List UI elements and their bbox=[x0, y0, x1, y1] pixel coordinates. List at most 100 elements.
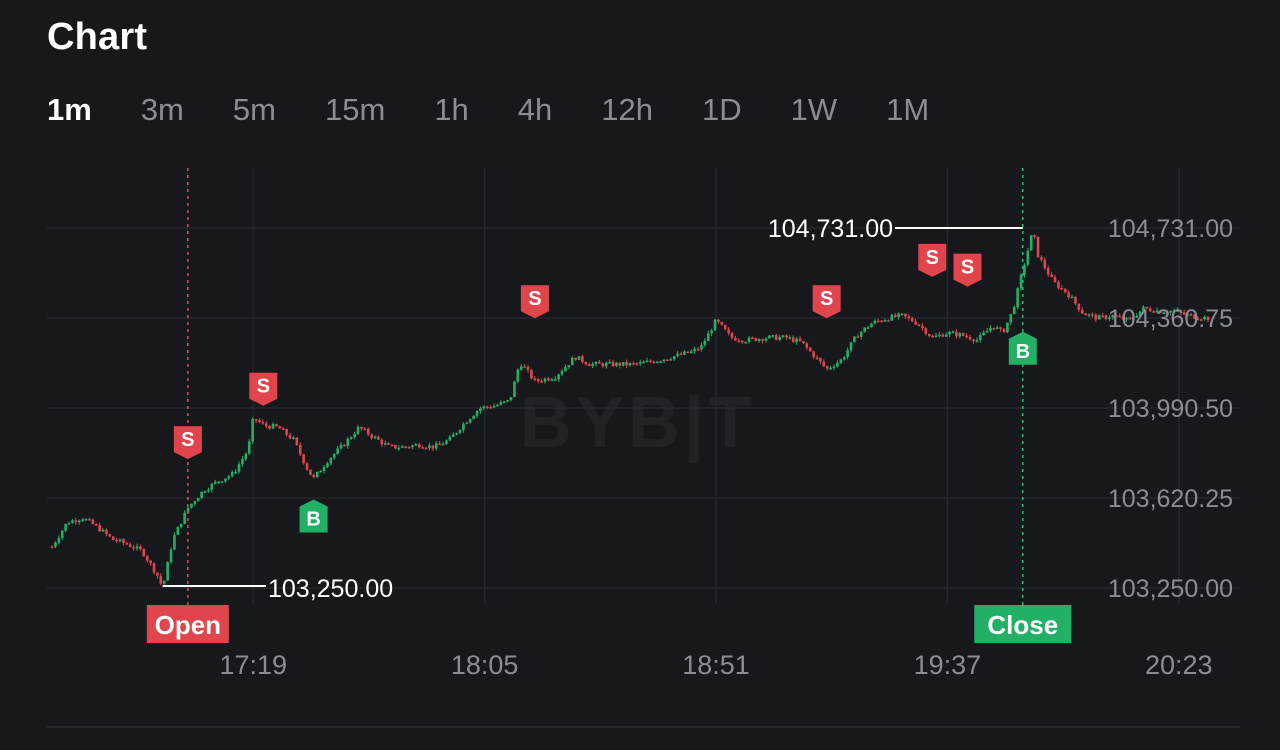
candle-body bbox=[394, 444, 397, 449]
candlestick-chart[interactable]: BYB|T 17:19 18:05 18:51 19:37 20:23 104,731.00… bbox=[0, 0, 1280, 750]
candle-body bbox=[264, 423, 268, 426]
candle-body bbox=[890, 314, 894, 321]
candle-body bbox=[169, 549, 173, 563]
candle-body bbox=[553, 378, 557, 381]
candle-body bbox=[387, 443, 390, 445]
x-tick-label: 19:37 bbox=[914, 650, 982, 680]
candle-body bbox=[475, 411, 479, 416]
candle-body bbox=[275, 424, 278, 427]
candle-body bbox=[285, 429, 288, 435]
candle-body bbox=[77, 520, 81, 522]
buy-marker-label: B bbox=[306, 508, 320, 530]
candle-body bbox=[713, 319, 717, 331]
y-tick-label: 103,250.00 bbox=[1108, 575, 1233, 603]
candle-body bbox=[159, 575, 163, 584]
candle-body bbox=[145, 556, 149, 561]
candle-body bbox=[441, 443, 445, 446]
candle-body bbox=[50, 546, 54, 549]
candle-body bbox=[1043, 259, 1047, 269]
candle-body bbox=[754, 337, 758, 341]
candle-body bbox=[417, 444, 421, 448]
candle-body bbox=[594, 361, 598, 365]
candle-body bbox=[523, 366, 526, 368]
candle-body bbox=[1033, 235, 1036, 237]
candle-body bbox=[676, 353, 679, 357]
candle-body bbox=[1101, 315, 1104, 317]
watermark: BYB|T bbox=[520, 383, 756, 463]
candle-body bbox=[176, 526, 180, 536]
open-badge[interactable]: Open bbox=[146, 605, 229, 643]
candle-body bbox=[798, 338, 802, 342]
candle-body bbox=[778, 337, 781, 340]
candle-body bbox=[261, 422, 265, 424]
candle-body bbox=[492, 406, 496, 408]
candle-body bbox=[540, 381, 543, 383]
candle-body bbox=[560, 371, 564, 375]
candle-body bbox=[193, 501, 197, 504]
sell-marker[interactable]: S bbox=[953, 253, 982, 287]
x-tick-label: 18:51 bbox=[682, 650, 750, 680]
candle-body bbox=[530, 370, 533, 379]
candle-body bbox=[1036, 236, 1040, 258]
sell-marker[interactable]: S bbox=[173, 426, 202, 460]
candle-body bbox=[135, 546, 139, 549]
candle-body bbox=[662, 359, 666, 362]
candle-body bbox=[424, 447, 428, 450]
candle-body bbox=[516, 369, 520, 382]
candle-body bbox=[465, 422, 469, 425]
candle-body bbox=[139, 546, 142, 550]
candle-body bbox=[655, 361, 659, 364]
candle-body bbox=[196, 498, 200, 502]
candle-body bbox=[377, 436, 380, 440]
sell-marker[interactable]: S bbox=[520, 285, 549, 319]
candle-body bbox=[972, 339, 975, 342]
candle-body bbox=[353, 434, 356, 438]
candle-body bbox=[621, 361, 625, 366]
candle-body bbox=[893, 314, 897, 317]
candle-body bbox=[1019, 274, 1023, 289]
candle-body bbox=[315, 471, 319, 478]
x-tick-label: 17:19 bbox=[219, 650, 287, 680]
candle-body bbox=[550, 379, 554, 381]
candle-body bbox=[462, 423, 465, 431]
sell-marker-label: S bbox=[257, 376, 270, 398]
x-tick-label: 18:05 bbox=[451, 650, 519, 680]
candle-body bbox=[615, 362, 618, 367]
candle-body bbox=[1012, 307, 1016, 315]
candle-body bbox=[1050, 274, 1053, 278]
candle-body bbox=[1080, 309, 1084, 314]
candle-body bbox=[414, 444, 418, 446]
candle-body bbox=[717, 319, 720, 322]
candle-body bbox=[897, 313, 900, 317]
candle-body bbox=[312, 474, 316, 478]
candle-body bbox=[808, 347, 812, 352]
candle-body bbox=[567, 365, 571, 368]
candle-body bbox=[768, 335, 771, 339]
sell-marker[interactable]: S bbox=[918, 243, 947, 277]
candle-body bbox=[258, 420, 261, 423]
candle-body bbox=[856, 336, 860, 339]
high-marker-label: 104,731.00 bbox=[768, 215, 893, 243]
y-tick-label: 103,990.50 bbox=[1108, 395, 1233, 423]
current-price-label: 104,360.75 bbox=[1108, 305, 1233, 333]
candle-body bbox=[734, 337, 737, 341]
buy-marker[interactable]: B bbox=[1008, 331, 1037, 365]
candle-body bbox=[513, 381, 516, 398]
sell-marker[interactable]: S bbox=[249, 372, 278, 406]
low-marker-label: 103,250.00 bbox=[268, 575, 393, 603]
sell-marker[interactable]: S bbox=[812, 285, 841, 319]
candle-body bbox=[84, 519, 88, 521]
candle-body bbox=[934, 335, 938, 338]
candle-body bbox=[577, 356, 581, 360]
buy-marker[interactable]: B bbox=[299, 499, 328, 533]
candle-body bbox=[156, 572, 159, 576]
candle-body bbox=[434, 443, 438, 449]
candle-body bbox=[730, 333, 734, 338]
candle-body bbox=[764, 338, 768, 341]
candle-body bbox=[832, 366, 836, 369]
close-badge[interactable]: Close bbox=[974, 605, 1072, 643]
candle-body bbox=[812, 351, 815, 358]
candle-body bbox=[519, 366, 523, 370]
candle-body bbox=[326, 463, 329, 468]
candle-body bbox=[60, 530, 64, 538]
